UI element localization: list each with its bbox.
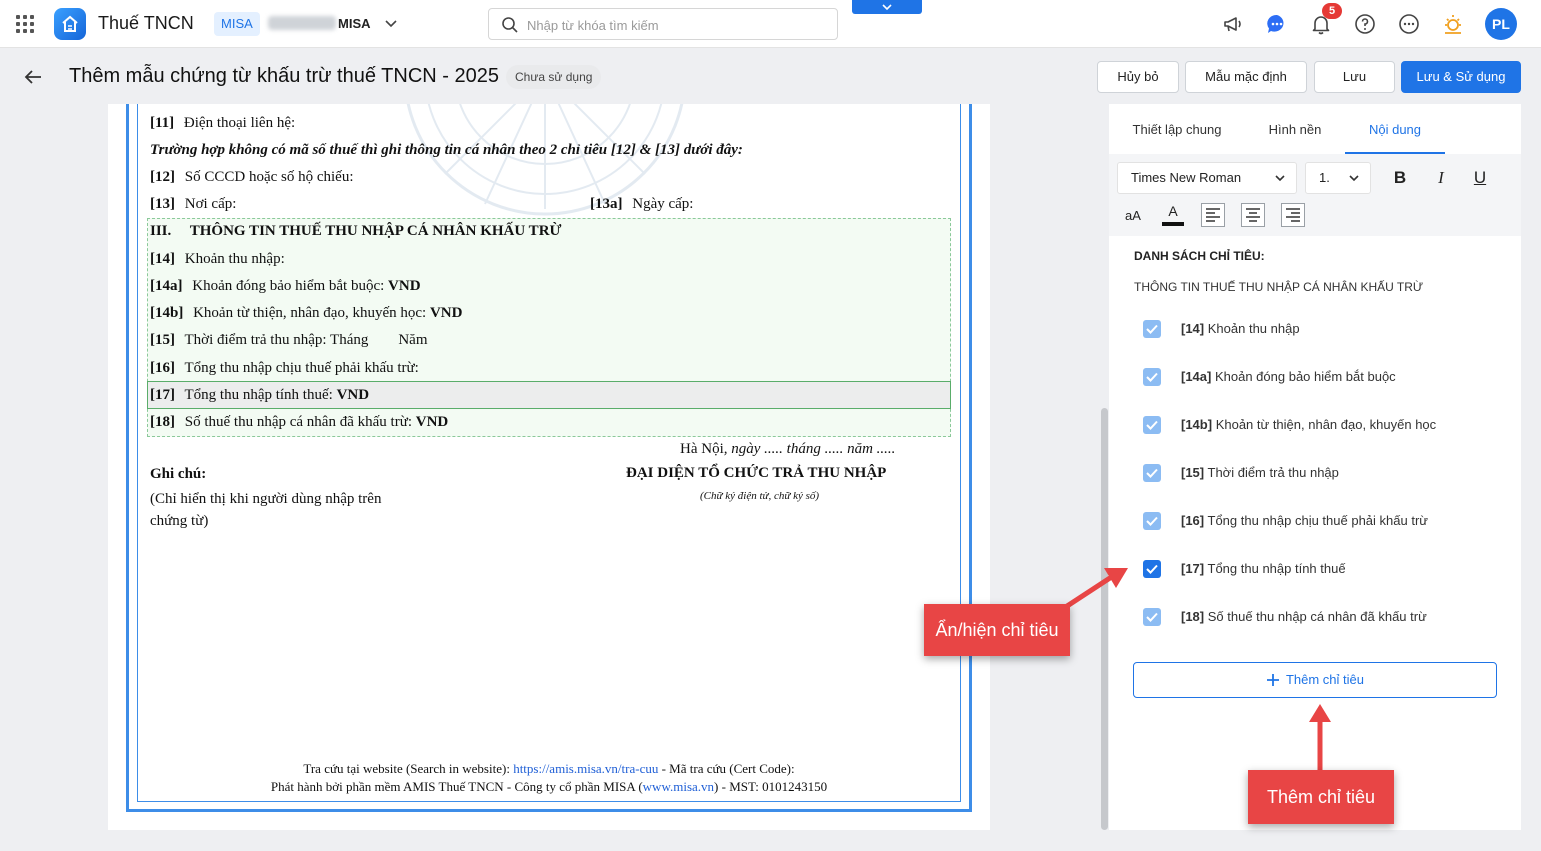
- misa-link[interactable]: www.misa.vn: [643, 779, 714, 794]
- signer-note: (Chữ ký điện tử, chữ ký số): [700, 490, 820, 502]
- font-family-select[interactable]: Times New Roman: [1117, 162, 1297, 194]
- criteria-list-heading: DANH SÁCH CHỈ TIÊU:: [1134, 249, 1265, 263]
- search-icon: [502, 17, 518, 33]
- tab-general-settings[interactable]: Thiết lập chung: [1121, 106, 1233, 154]
- criteria-checkbox[interactable]: [1143, 560, 1161, 578]
- align-center-button[interactable]: [1241, 203, 1265, 227]
- italic-button[interactable]: I: [1428, 165, 1454, 191]
- checkmark-icon: [1146, 516, 1158, 526]
- lookup-link[interactable]: https://amis.misa.vn/tra-cuu: [513, 761, 658, 776]
- note-body: (Chỉ hiển thị khi người dùng nhập trên c…: [150, 491, 382, 529]
- line-12: [12] Số CCCD hoặc số hộ chiếu:: [150, 169, 354, 185]
- tab-content[interactable]: Nội dung: [1345, 106, 1445, 154]
- search-input[interactable]: [527, 15, 827, 35]
- criteria-checkbox[interactable]: [1143, 368, 1161, 386]
- plus-icon: [1266, 674, 1279, 686]
- search-box[interactable]: [488, 8, 838, 40]
- line-13: [13] Nơi cấp:: [150, 196, 237, 212]
- callout-toggle-criteria: Ẩn/hiện chỉ tiêu: [924, 604, 1070, 656]
- footer-publisher: Phát hành bởi phần mềm AMIS Thuế TNCN - …: [270, 779, 828, 794]
- criteria-checkbox[interactable]: [1143, 608, 1161, 626]
- save-button[interactable]: Lưu: [1314, 61, 1395, 93]
- checkmark-icon: [1146, 420, 1158, 430]
- notification-badge: 5: [1322, 3, 1342, 19]
- page-title: Thêm mẫu chứng từ khấu trừ thuế TNCN - 2…: [69, 65, 499, 87]
- app-grid-icon[interactable]: [16, 15, 34, 33]
- back-arrow-icon[interactable]: [22, 66, 44, 88]
- criteria-checkbox[interactable]: [1143, 416, 1161, 434]
- criteria-label: [17] Tổng thu nhập tính thuế: [1181, 561, 1346, 576]
- font-size-select[interactable]: 1.: [1305, 162, 1371, 194]
- chevron-down-icon: [882, 4, 892, 11]
- instruction-note: Trường hợp không có mã số thuế thì ghi t…: [150, 142, 743, 158]
- default-template-button[interactable]: Mẫu mặc định: [1185, 61, 1307, 93]
- org-name[interactable]: MISA: [338, 16, 371, 31]
- criteria-label: [14b] Khoản từ thiện, nhân đạo, khuyến h…: [1181, 417, 1437, 432]
- org-name-redacted: [268, 16, 336, 30]
- sun-icon[interactable]: [1441, 12, 1465, 36]
- line-14: [14] Khoản thu nhập:: [150, 251, 285, 267]
- line-17: [17] Tổng thu nhập tính thuế: VND: [150, 387, 370, 403]
- org-tag[interactable]: MISA: [214, 12, 260, 36]
- align-left-button[interactable]: [1201, 203, 1225, 227]
- line-11: [11] Điện thoại liên hệ:: [150, 115, 296, 131]
- callout-add-criteria: Thêm chỉ tiêu: [1248, 770, 1394, 824]
- bold-button[interactable]: B: [1387, 165, 1413, 191]
- criteria-label: [14a] Khoản đóng bảo hiểm bắt buộc: [1181, 369, 1396, 384]
- criteria-label: [18] Số thuế thu nhập cá nhân đã khấu tr…: [1181, 609, 1427, 624]
- megaphone-icon[interactable]: [1221, 12, 1245, 36]
- checkmark-icon: [1146, 612, 1158, 622]
- collapse-header-tab[interactable]: [852, 0, 922, 14]
- line-18: [18] Số thuế thu nhập cá nhân đã khấu tr…: [150, 414, 449, 430]
- line-14a: [14a] Khoản đóng bảo hiểm bắt buộc: VND: [150, 278, 421, 294]
- chevron-down-icon[interactable]: [384, 14, 398, 34]
- criteria-checkbox[interactable]: [1143, 464, 1161, 482]
- add-criteria-label: Thêm chỉ tiêu: [1285, 672, 1365, 687]
- line-16: [16] Tổng thu nhập chịu thuế phải khấu t…: [150, 360, 419, 376]
- line-15: [15] Thời điểm trả thu nhập: Tháng Năm: [150, 332, 428, 348]
- underline-button[interactable]: U: [1467, 165, 1493, 191]
- help-icon[interactable]: [1353, 12, 1377, 36]
- font-family-value: Times New Roman: [1131, 170, 1242, 185]
- criteria-checkbox[interactable]: [1143, 512, 1161, 530]
- line-14b: [14b] Khoản từ thiện, nhân đạo, khuyến h…: [150, 305, 463, 321]
- criteria-checkbox[interactable]: [1143, 320, 1161, 338]
- tab-background[interactable]: Hình nền: [1255, 106, 1335, 154]
- text-case-button[interactable]: aA: [1120, 203, 1146, 229]
- signing-place-date: Hà Nội, ngày ..... tháng ..... năm .....: [680, 441, 896, 457]
- more-icon[interactable]: [1397, 12, 1421, 36]
- checkmark-icon: [1146, 324, 1158, 334]
- checkmark-icon: [1146, 564, 1158, 574]
- chevron-down-icon: [1349, 175, 1359, 182]
- chevron-down-icon: [1275, 175, 1285, 182]
- criteria-label: [14] Khoản thu nhập: [1181, 321, 1300, 336]
- app-logo[interactable]: [54, 8, 86, 40]
- checkmark-icon: [1146, 372, 1158, 382]
- chat-icon[interactable]: [1265, 12, 1289, 36]
- add-criteria-button[interactable]: Thêm chỉ tiêu: [1133, 662, 1497, 698]
- top-bar: Thuế TNCN MISA MISA 5 PL: [0, 0, 1541, 48]
- text-color-button[interactable]: A: [1162, 200, 1184, 226]
- criteria-list-subheading: THÔNG TIN THUẾ THU NHẬP CÁ NHÂN KHẤU TRỪ: [1134, 280, 1424, 294]
- criteria-label: [15] Thời điểm trả thu nhập: [1181, 465, 1339, 480]
- avatar[interactable]: PL: [1485, 8, 1517, 40]
- note-title: Ghi chú:: [150, 466, 207, 482]
- checkmark-icon: [1146, 468, 1158, 478]
- document-scrollbar[interactable]: [1101, 408, 1108, 830]
- align-center-icon: [1246, 208, 1260, 222]
- align-right-icon: [1286, 208, 1300, 222]
- app-name: Thuế TNCN: [98, 13, 194, 33]
- align-left-icon: [1206, 208, 1220, 222]
- line-13a: [13a] Ngày cấp:: [590, 196, 694, 212]
- section-title: III. THÔNG TIN THUẾ THU NHẬP CÁ NHÂN KHẤ…: [150, 223, 562, 239]
- align-right-button[interactable]: [1281, 203, 1305, 227]
- footer-lookup: Tra cứu tại website (Search in website):…: [303, 761, 795, 776]
- criteria-label: [16] Tổng thu nhập chịu thuế phải khấu t…: [1181, 513, 1428, 528]
- cancel-button[interactable]: Hủy bỏ: [1097, 61, 1179, 93]
- signer-title: ĐẠI DIỆN TỔ CHỨC TRẢ THU NHẬP: [626, 465, 887, 481]
- font-size-value: 1.: [1319, 170, 1330, 185]
- save-and-use-button[interactable]: Lưu & Sử dụng: [1401, 61, 1521, 93]
- status-badge: Chưa sử dụng: [506, 65, 602, 89]
